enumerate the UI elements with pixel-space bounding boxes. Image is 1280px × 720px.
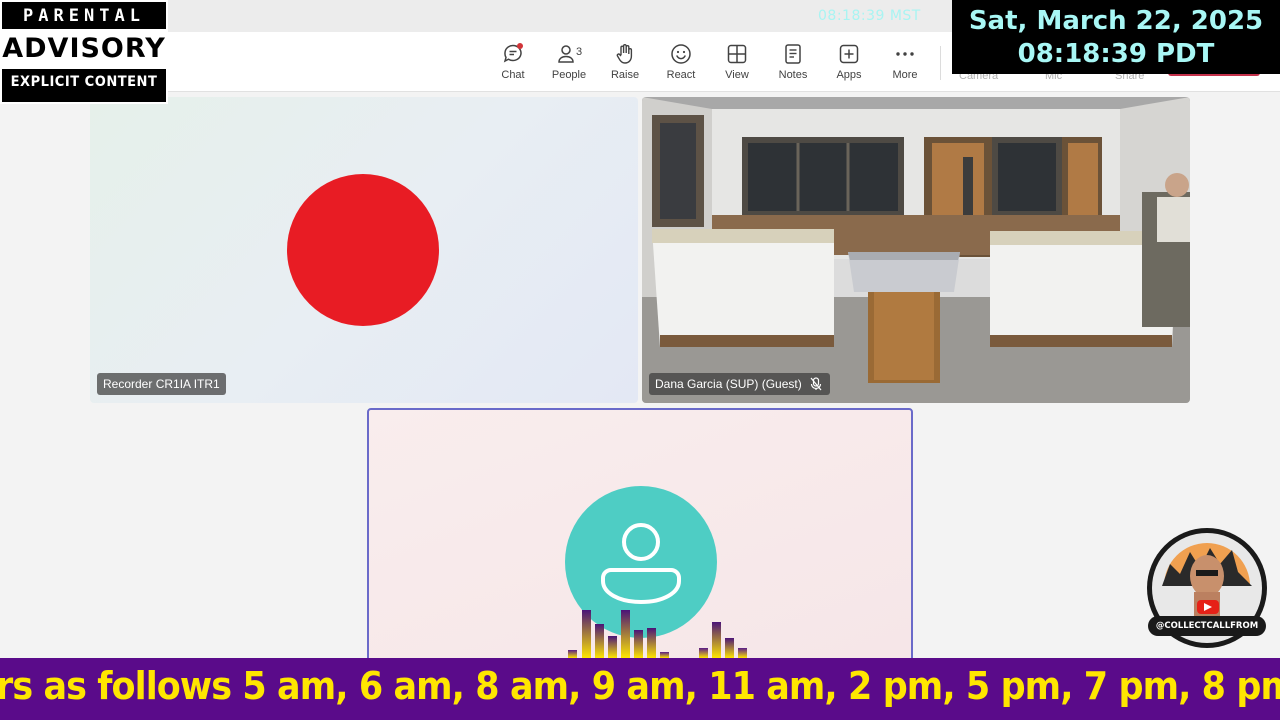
- recorder-video-tile[interactable]: Recorder CR1IA ITR1: [90, 97, 638, 403]
- schedule-ticker: rs as follows 5 am, 6 am, 8 am, 9 am, 11…: [0, 658, 1280, 720]
- people-button[interactable]: 3 People: [541, 42, 597, 86]
- meeting-time: 08:18:39 MST: [818, 8, 921, 24]
- more-label: More: [892, 69, 918, 81]
- eq-bar: [621, 610, 630, 658]
- more-icon: [896, 52, 914, 56]
- courtroom-camera-feed: [642, 97, 1190, 403]
- apps-icon: [839, 44, 859, 64]
- eq-bar: [595, 624, 604, 658]
- advisory-line-3: EXPLICIT CONTENT: [10, 74, 158, 90]
- notes-icon: [785, 44, 801, 64]
- raise-hand-icon: [616, 44, 633, 64]
- room-name-text: Dana Garcia (SUP) (Guest): [655, 377, 802, 391]
- notes-button[interactable]: Notes: [765, 42, 821, 86]
- advisory-line-2: ADVISORY: [2, 29, 166, 69]
- channel-logo-handle: @COLLECTCALLFROM: [1155, 621, 1259, 631]
- chat-icon: [503, 43, 523, 63]
- room-name-tag: Dana Garcia (SUP) (Guest): [649, 373, 830, 395]
- chat-label: Chat: [501, 69, 525, 81]
- eq-bar: [738, 648, 747, 658]
- people-count-badge: 3: [576, 46, 583, 58]
- raise-hand-button[interactable]: Raise: [597, 42, 653, 86]
- react-label: React: [666, 69, 696, 81]
- apps-label: Apps: [836, 69, 862, 81]
- raise-label: Raise: [610, 69, 640, 81]
- recorder-name-tag: Recorder CR1IA ITR1: [97, 373, 226, 395]
- react-icon: [671, 44, 691, 64]
- mic-muted-icon: [810, 377, 822, 391]
- chat-button[interactable]: Chat: [485, 42, 541, 86]
- ticker-text: rs as follows 5 am, 6 am, 8 am, 9 am, 11…: [0, 664, 1280, 708]
- audio-visualizer: [568, 608, 752, 658]
- more-button[interactable]: More: [877, 42, 933, 86]
- view-label: View: [725, 69, 749, 81]
- overlay-date: Sat, March 22, 2025: [968, 6, 1264, 36]
- eq-bar: [634, 630, 643, 658]
- eq-bar: [699, 648, 708, 658]
- record-dot-icon: [287, 174, 439, 326]
- apps-button[interactable]: Apps: [821, 42, 877, 86]
- channel-logo: @COLLECTCALLFROM: [1142, 526, 1272, 652]
- people-label: People: [551, 69, 587, 81]
- channel-logo-graphic: [1147, 528, 1267, 648]
- react-button[interactable]: React: [653, 42, 709, 86]
- notes-label: Notes: [778, 69, 808, 81]
- eq-bar: [568, 650, 577, 658]
- date-time-overlay: Sat, March 22, 2025 08:18:39 PDT: [952, 0, 1280, 74]
- toolbar-divider: [940, 46, 941, 80]
- parental-advisory-label: PARENTAL ADVISORY EXPLICIT CONTENT: [0, 0, 168, 104]
- advisory-line-1: PARENTAL: [23, 6, 145, 26]
- eq-bar: [712, 622, 721, 658]
- eq-bar: [725, 638, 734, 658]
- view-icon: [727, 44, 747, 64]
- eq-bar: [582, 610, 591, 658]
- view-button[interactable]: View: [709, 42, 765, 86]
- eq-bar: [647, 628, 656, 658]
- overlay-time: 08:18:39 PDT: [1017, 39, 1215, 69]
- eq-bar: [608, 636, 617, 658]
- courtroom-video-tile[interactable]: Dana Garcia (SUP) (Guest): [642, 97, 1190, 403]
